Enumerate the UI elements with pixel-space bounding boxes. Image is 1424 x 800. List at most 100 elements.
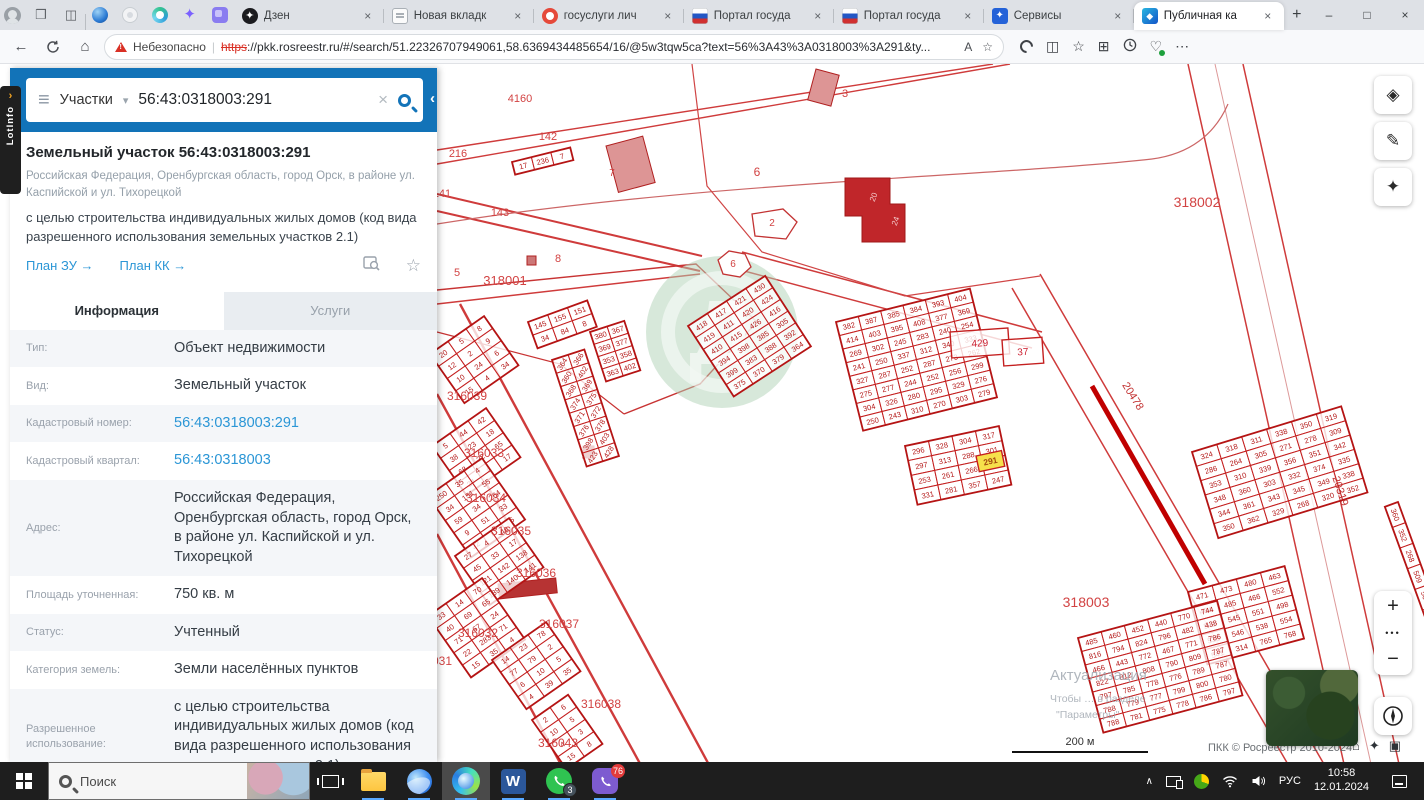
pinned-favicon-purplesq-icon[interactable] bbox=[211, 7, 228, 23]
pinned-favicon-sphere-icon[interactable] bbox=[91, 7, 108, 23]
clear-search-icon[interactable]: × bbox=[378, 90, 388, 110]
tab-services[interactable]: Услуги bbox=[223, 291, 437, 330]
address-bar[interactable]: Небезопасно | https://pkk.rosreestr.ru/#… bbox=[104, 33, 1004, 60]
zoom-out-button[interactable]: − bbox=[1374, 644, 1412, 675]
tab-close-icon[interactable]: × bbox=[960, 8, 976, 24]
browser-tab-4[interactable]: Портал госуда × bbox=[834, 2, 984, 30]
browser-tab-0[interactable]: Дзен × bbox=[234, 2, 384, 30]
browser-tabs[interactable]: Дзен×Новая вкладк×госуслуги лич×Портал г… bbox=[234, 0, 1284, 30]
window-minimize-button[interactable]: – bbox=[1310, 0, 1348, 30]
tab-close-icon[interactable]: × bbox=[660, 8, 676, 24]
home-button[interactable]: ⌂ bbox=[72, 34, 98, 60]
read-aloud-icon[interactable]: A bbox=[964, 40, 972, 54]
row-value-link[interactable]: 56:43:0318003 bbox=[174, 451, 421, 471]
taskbar-app-viber[interactable]: 76 bbox=[582, 762, 628, 800]
refresh-button[interactable] bbox=[40, 34, 66, 60]
row-value-link[interactable]: 56:43:0318003:291 bbox=[174, 414, 421, 434]
copilot-icon[interactable] bbox=[1017, 37, 1036, 56]
task-view-button[interactable] bbox=[310, 762, 350, 800]
compass-button[interactable] bbox=[1374, 697, 1412, 735]
layers-button[interactable]: ◈ bbox=[1374, 76, 1412, 114]
favorite-star-icon[interactable]: ☆ bbox=[406, 256, 421, 276]
collapse-panel-icon[interactable]: ‹ bbox=[430, 90, 435, 107]
search-box[interactable]: ≡ Участки ▾ × bbox=[26, 78, 423, 122]
search-category-dropdown[interactable]: Участки bbox=[60, 92, 113, 108]
tab-close-icon[interactable]: × bbox=[1260, 8, 1276, 24]
action-center-button[interactable] bbox=[1382, 774, 1416, 788]
cast-device-icon[interactable] bbox=[1165, 775, 1183, 789]
browser-tab-1[interactable]: Новая вкладк × bbox=[384, 2, 534, 30]
bookmark-star-icon[interactable]: ☆ bbox=[982, 40, 993, 54]
tab-information[interactable]: Информация bbox=[10, 291, 224, 330]
search-icon[interactable] bbox=[398, 93, 411, 107]
url-text[interactable]: https://pkk.rosreestr.ru/#/search/51.223… bbox=[221, 40, 930, 54]
pinned-favicons[interactable] bbox=[86, 0, 234, 30]
browser-essentials-icon[interactable]: ♡ bbox=[1150, 38, 1165, 56]
tray-chevron-icon[interactable]: ∧ bbox=[1146, 776, 1153, 787]
browser-tab-5[interactable]: Сервисы × bbox=[984, 2, 1134, 30]
vertical-tabs-icon[interactable]: ◫ bbox=[61, 5, 81, 25]
browser-tab-2[interactable]: госуслуги лич × bbox=[534, 2, 684, 30]
pinned-favicon-cring-icon[interactable] bbox=[151, 7, 168, 23]
minimap-satellite-thumbnail[interactable] bbox=[1266, 670, 1358, 746]
svg-text:429: 429 bbox=[971, 338, 989, 350]
center-map-icon[interactable]: ✦ bbox=[1369, 738, 1380, 754]
window-maximize-button[interactable]: □ bbox=[1348, 0, 1386, 30]
plan-zu-link[interactable]: План ЗУ → bbox=[26, 258, 94, 273]
tab-close-icon[interactable]: × bbox=[1110, 8, 1126, 24]
pinned-favicon-pale-icon[interactable] bbox=[121, 7, 138, 23]
profile-avatar[interactable] bbox=[4, 6, 21, 24]
chevron-down-icon[interactable]: ▾ bbox=[123, 94, 129, 107]
back-button[interactable]: ← bbox=[8, 34, 34, 60]
tab-close-icon[interactable]: × bbox=[510, 8, 526, 24]
settings-more-icon[interactable]: ⋯ bbox=[1175, 38, 1189, 55]
browser-tab-3[interactable]: Портал госуда × bbox=[684, 2, 834, 30]
tab-label: Новая вкладк bbox=[413, 10, 487, 22]
start-button[interactable] bbox=[0, 762, 48, 800]
history-icon[interactable] bbox=[1123, 38, 1137, 55]
search-input[interactable] bbox=[138, 91, 369, 109]
wifi-icon[interactable] bbox=[1222, 775, 1238, 788]
browser-tab-6[interactable]: Публичная ка × bbox=[1133, 2, 1284, 30]
lotinfo-extension-tab[interactable]: › LotInfo bbox=[0, 86, 21, 194]
security-label[interactable]: Небезопасно bbox=[133, 40, 206, 54]
taskbar-app-word[interactable]: W bbox=[490, 762, 536, 800]
collections-icon[interactable]: ⊞ bbox=[1098, 38, 1110, 55]
plan-kk-link[interactable]: План КК → bbox=[120, 258, 187, 273]
taskbar-app-edge[interactable] bbox=[442, 762, 490, 800]
preview-icon[interactable] bbox=[363, 256, 380, 276]
tab-close-icon[interactable]: × bbox=[810, 8, 826, 24]
flag-favicon-icon bbox=[691, 8, 708, 24]
pkk-favicon-icon bbox=[1141, 8, 1158, 24]
favorites-icon[interactable]: ☆ bbox=[1072, 38, 1085, 55]
locate-button[interactable]: ✦ bbox=[1374, 168, 1412, 206]
edge-icon bbox=[452, 767, 480, 795]
antivirus-icon[interactable] bbox=[1193, 773, 1209, 789]
window-close-button[interactable]: × bbox=[1386, 0, 1424, 30]
word-icon: W bbox=[500, 768, 526, 794]
measure-button[interactable]: ✎ bbox=[1374, 122, 1412, 160]
workspaces-icon[interactable]: ❒ bbox=[31, 5, 51, 25]
new-tab-button[interactable]: + bbox=[1288, 2, 1306, 28]
tab-close-icon[interactable]: × bbox=[360, 8, 376, 24]
taskbar-app-whatsapp[interactable]: 3 bbox=[536, 762, 582, 800]
language-indicator[interactable]: РУС bbox=[1279, 775, 1301, 787]
clock[interactable]: 10:58 12.01.2024 bbox=[1314, 767, 1369, 795]
info-row-0: Тип: Объект недвижимости bbox=[10, 329, 437, 368]
zoom-in-button[interactable]: + bbox=[1374, 591, 1412, 622]
tray-time: 10:58 bbox=[1327, 767, 1356, 780]
taskbar-search-box[interactable]: Поиск bbox=[48, 762, 310, 800]
taskbar-app-explorer[interactable] bbox=[350, 762, 396, 800]
zoom-more-button[interactable]: ••• bbox=[1374, 622, 1412, 644]
volume-icon[interactable] bbox=[1251, 775, 1266, 787]
menu-icon[interactable]: ≡ bbox=[38, 90, 50, 110]
search-highlight-thumbnail[interactable] bbox=[247, 763, 309, 799]
taskbar-app-photos[interactable] bbox=[396, 762, 442, 800]
fullscreen-map-icon[interactable]: ▣ bbox=[1389, 738, 1401, 754]
split-screen-icon[interactable]: ◫ bbox=[1046, 38, 1059, 55]
svg-text:316032: 316032 bbox=[458, 626, 498, 640]
security-warning-icon[interactable] bbox=[115, 41, 127, 52]
row-value: Объект недвижимости bbox=[174, 339, 326, 356]
pinned-favicon-spark-icon[interactable] bbox=[182, 7, 198, 23]
scale-label: 200 м bbox=[1065, 736, 1095, 748]
